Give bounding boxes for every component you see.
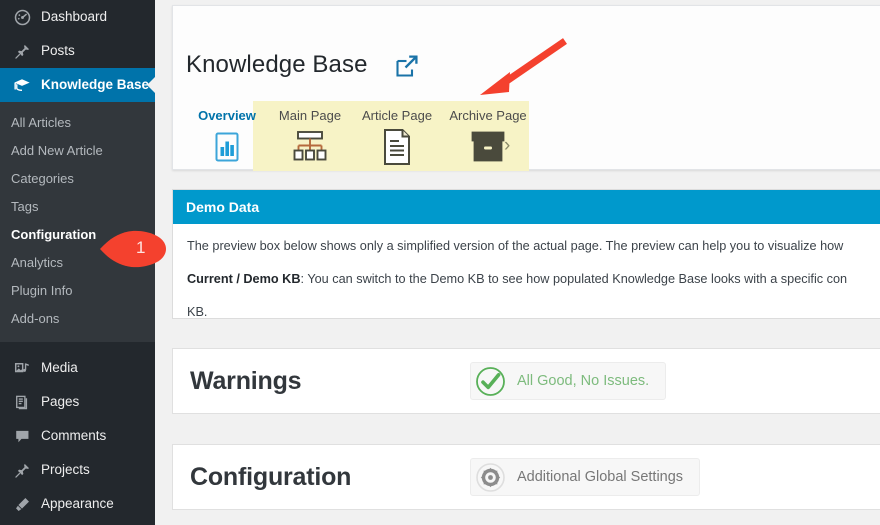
tab-main-page[interactable]: Main Page — [268, 101, 352, 169]
sidebar-item-label: Knowledge Base — [41, 77, 150, 93]
submenu-item-plugin-info[interactable]: Plugin Info — [0, 277, 155, 305]
sidebar-item-posts[interactable]: Posts — [0, 34, 155, 68]
demo-paragraph-2: Current / Demo KB: You can switch to the… — [187, 269, 880, 289]
submenu-item-all-articles[interactable]: All Articles — [0, 109, 155, 137]
submenu-item-add-new-article[interactable]: Add New Article — [0, 137, 155, 165]
page-title: Knowledge Base — [186, 51, 368, 78]
sidebar-item-label: Media — [41, 360, 78, 376]
dashboard-icon — [11, 7, 33, 27]
submenu-item-configuration[interactable]: Configuration — [0, 221, 155, 249]
tab-label: Article Page — [361, 108, 433, 123]
demo-data-body: The preview box below shows only a simpl… — [173, 224, 880, 322]
sitemap-icon — [268, 125, 352, 169]
brush-icon — [11, 494, 33, 514]
demo-paragraph-2-wrap: KB. — [187, 305, 208, 319]
additional-settings-label: Additional Global Settings — [517, 469, 684, 485]
tab-label: Main Page — [278, 108, 342, 123]
sidebar-item-label: Posts — [41, 43, 75, 59]
archive-box-icon — [442, 125, 534, 169]
tab-label: Overview — [198, 108, 256, 123]
tab-article-page[interactable]: Article Page — [352, 101, 442, 169]
pin-icon — [11, 460, 33, 480]
graduation-cap-icon — [11, 75, 33, 95]
pin-icon — [11, 41, 33, 61]
bar-chart-icon — [186, 125, 268, 169]
comment-icon — [11, 426, 33, 446]
sidebar-item-pages[interactable]: Pages — [0, 385, 155, 419]
document-icon — [352, 125, 442, 169]
demo-data-header: Demo Data — [173, 190, 880, 224]
sidebar-item-media[interactable]: Media — [0, 351, 155, 385]
tab-overview[interactable]: Overview — [186, 101, 268, 169]
sidebar-item-appearance[interactable]: Appearance — [0, 487, 155, 521]
tab-archive-page[interactable]: Archive Page — [442, 101, 534, 169]
sidebar-item-label: Projects — [41, 462, 90, 478]
check-circle-icon — [471, 362, 509, 400]
demo-paragraph-2-label: Current / Demo KB — [187, 272, 301, 286]
warnings-status-label: All Good, No Issues. — [517, 373, 650, 389]
kb-header-card: Knowledge Base Overview Main Page › Arti… — [172, 5, 880, 171]
sidebar-item-label: Comments — [41, 428, 107, 444]
warnings-status-badge[interactable]: All Good, No Issues. — [470, 362, 667, 400]
sidebar-item-projects[interactable]: Projects — [0, 453, 155, 487]
submenu-item-categories[interactable]: Categories — [0, 165, 155, 193]
submenu-item-analytics[interactable]: Analytics — [0, 249, 155, 277]
sidebar-item-dashboard[interactable]: Dashboard — [0, 0, 155, 34]
submenu-item-tags[interactable]: Tags — [0, 193, 155, 221]
configuration-title: Configuration — [190, 462, 352, 491]
warnings-title: Warnings — [190, 366, 302, 395]
media-icon — [11, 358, 33, 378]
chevron-right-icon: › — [504, 135, 511, 156]
warnings-section: Warnings All Good, No Issues. — [172, 348, 880, 414]
page-title-row: Knowledge Base — [173, 6, 880, 94]
tab-label: Archive Page — [449, 108, 527, 123]
pages-icon — [11, 392, 33, 412]
external-link-icon[interactable] — [394, 53, 420, 79]
sidebar-item-label: Appearance — [41, 496, 114, 512]
sidebar-item-knowledge-base[interactable]: Knowledge Base — [0, 68, 155, 102]
demo-paragraph-1: The preview box below shows only a simpl… — [187, 239, 844, 253]
configuration-section: Configuration Additional Global Settings — [172, 444, 880, 510]
main-content-area: Knowledge Base Overview Main Page › Arti… — [155, 0, 880, 525]
demo-paragraph-2-text: : You can switch to the Demo KB to see h… — [300, 272, 848, 286]
sidebar-item-comments[interactable]: Comments — [0, 419, 155, 453]
sidebar-item-label: Dashboard — [41, 9, 108, 25]
wordpress-admin-screen: Dashboard Posts Knowledge Base All Artic… — [0, 0, 880, 525]
admin-sidebar: Dashboard Posts Knowledge Base All Artic… — [0, 0, 155, 525]
sidebar-divider — [0, 342, 155, 351]
knowledge-base-submenu: All Articles Add New Article Categories … — [0, 102, 155, 342]
kb-tab-bar: Overview Main Page › Article Page Archiv… — [173, 101, 880, 171]
gear-icon — [471, 458, 509, 496]
demo-data-panel: Demo Data The preview box below shows on… — [172, 189, 880, 319]
sidebar-bottom-group: Media Pages Comments Projects Appearance — [0, 351, 155, 521]
sidebar-top-group: Dashboard Posts Knowledge Base — [0, 0, 155, 102]
submenu-item-add-ons[interactable]: Add-ons — [0, 305, 155, 333]
sidebar-item-label: Pages — [41, 394, 80, 410]
additional-settings-button[interactable]: Additional Global Settings — [470, 458, 701, 496]
